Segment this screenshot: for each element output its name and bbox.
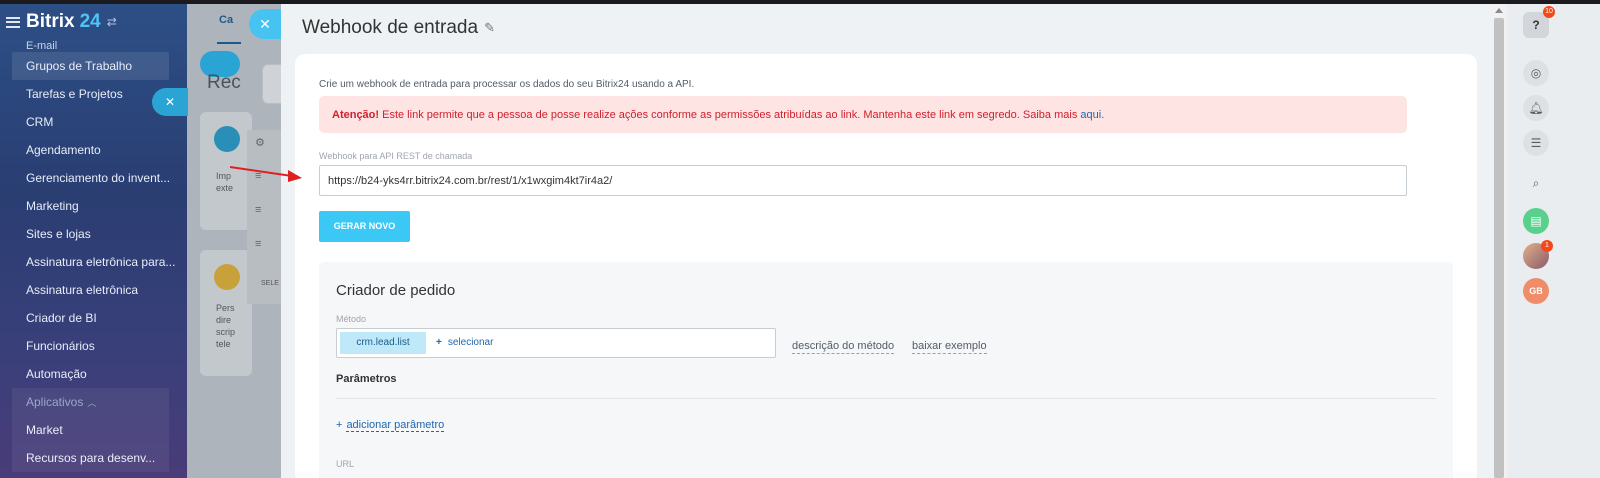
add-parameter-link[interactable]: + adicionar parâmetro (336, 419, 445, 432)
webhook-slider: Webhook de entrada ✎ Crie um webhook de … (281, 4, 1507, 478)
download-example-link[interactable]: baixar exemplo (912, 340, 987, 354)
sidebar-item-esign[interactable]: Assinatura eletrônica (0, 276, 187, 304)
parameters-title: Parâmetros (336, 373, 397, 385)
slider-close-button[interactable]: ✕ (249, 9, 281, 39)
background-heading: Rec (207, 72, 241, 93)
parameters-divider (336, 398, 1436, 399)
background-card2-text-1: Pers (216, 303, 235, 313)
background-tab: Ca (219, 14, 234, 26)
top-strip (0, 0, 1600, 4)
background-close-tab: ✕ (152, 88, 188, 116)
background-tab-underline (217, 42, 241, 44)
chat-icon: ☰ (1530, 136, 1542, 150)
method-description-link[interactable]: descrição do método (792, 340, 895, 354)
bell-icon: 🔔︎ (1528, 101, 1544, 115)
gear-icon: ⚙ (255, 137, 265, 149)
right-toolbar: ? 10 ◎ 🔔︎ ☰ ⌕ ▤ 1 GB (1507, 4, 1600, 478)
background-card2-text-4: tele (216, 339, 231, 349)
alert-strong: Atenção! (332, 109, 380, 121)
copilot-button[interactable]: ◎ (1523, 60, 1549, 86)
sidebar-group-apps-header[interactable]: Aplicativos ︿ (12, 388, 169, 416)
user-avatar[interactable]: GB (1523, 278, 1549, 304)
background-card2-text-3: scrip (216, 327, 236, 337)
close-icon: ✕ (259, 16, 271, 32)
sidebar-item-automation[interactable]: Automação (0, 360, 187, 388)
copilot-icon: ◎ (1530, 66, 1542, 80)
sidebar-item-esign-hr[interactable]: Assinatura eletrônica para... (0, 248, 187, 276)
sidebar-item-bi-builder[interactable]: Criador de BI (0, 304, 187, 332)
sidebar-group-apps: Aplicativos ︿ Market Recursos para desen… (12, 388, 169, 472)
brand-logo-number: 24 (79, 11, 101, 32)
search-icon: ⌕ (1532, 175, 1540, 190)
drag-handle-icon: ≡ (255, 204, 262, 216)
generate-new-button[interactable]: GERAR NOVO (319, 211, 410, 242)
plus-icon: + (436, 337, 442, 348)
add-parameter-label: adicionar parâmetro (346, 419, 445, 432)
warning-alert: Atenção! Este link permite que a pessoa … (319, 96, 1407, 133)
request-builder-title: Criador de pedido (336, 282, 456, 299)
sidebar-item-market[interactable]: Market (12, 416, 169, 444)
background-card-icon (214, 126, 240, 152)
background-card-icon-2 (214, 264, 240, 290)
left-sidebar: Bitrix 24 ⇄ E-mail Grupos de Trabalho Ta… (0, 4, 187, 478)
method-label: Método (336, 314, 367, 324)
logo-row: Bitrix 24 ⇄ (0, 4, 187, 40)
pencil-icon[interactable]: ✎ (484, 20, 495, 36)
help-badge: 10 (1543, 6, 1555, 18)
brand-logo[interactable]: Bitrix (26, 11, 75, 33)
chat-button[interactable]: ☰ (1523, 130, 1549, 156)
notifications-button[interactable]: 🔔︎ (1523, 95, 1549, 121)
webhook-panel: Crie um webhook de entrada para processa… (295, 54, 1477, 478)
question-icon: ? (1532, 18, 1540, 32)
slider-scrollbar[interactable] (1492, 4, 1507, 478)
scroll-thumb[interactable] (1494, 18, 1504, 478)
request-builder: Criador de pedido Método crm.lead.list +… (319, 262, 1453, 478)
sidebar-item-dev-resources[interactable]: Recursos para desenv... (12, 444, 169, 472)
alert-text: Este link permite que a pessoa de posse … (379, 109, 1081, 121)
select-method-link[interactable]: + selecionar (436, 332, 493, 354)
sidebar-item-marketing[interactable]: Marketing (0, 192, 187, 220)
background-select-label: SELE (261, 280, 279, 287)
annotation-arrow-icon (229, 166, 302, 182)
select-method-label: selecionar (447, 337, 494, 348)
slider-header: Webhook de entrada ✎ (281, 4, 1507, 52)
sidebar-item-inventory[interactable]: Gerenciamento do invent... (0, 164, 187, 192)
intro-text: Crie um webhook de entrada para processa… (319, 79, 695, 90)
webhook-url-label: Webhook para API REST de chamada (319, 151, 473, 161)
avatar-badge: 1 (1541, 240, 1553, 252)
group-chat-button[interactable]: ▤ (1523, 208, 1549, 234)
method-selector[interactable]: crm.lead.list + selecionar (336, 328, 776, 358)
sidebar-group-apps-label: Aplicativos (26, 395, 84, 409)
sidebar-item-employees[interactable]: Funcionários (0, 332, 187, 360)
search-button[interactable]: ⌕ (1523, 170, 1549, 196)
url-label: URL (336, 459, 355, 469)
sidebar-item-workgroups[interactable]: Grupos de Trabalho (12, 52, 169, 80)
background-card2-text-2: dire (216, 315, 232, 325)
page-title: Webhook de entrada (302, 17, 479, 38)
webhook-url-field[interactable] (319, 165, 1407, 196)
scroll-up-arrow-icon[interactable] (1495, 8, 1503, 13)
document-icon: ▤ (1530, 214, 1542, 228)
pin-icon[interactable]: ⇄ (107, 15, 117, 29)
chevron-up-icon: ︿ (87, 397, 97, 408)
plus-icon: + (336, 419, 343, 431)
background-card-2: Pers dire scrip tele (200, 250, 252, 376)
hamburger-menu-icon[interactable] (6, 16, 20, 28)
alert-link[interactable]: aqui (1080, 109, 1101, 121)
sidebar-item-booking[interactable]: Agendamento (0, 136, 187, 164)
drag-handle-icon: ≡ (255, 238, 262, 250)
sidebar-item-sites[interactable]: Sites e lojas (0, 220, 187, 248)
alert-end: . (1101, 109, 1105, 121)
method-chip[interactable]: crm.lead.list (340, 332, 426, 354)
sidebar-item-email[interactable]: E-mail (0, 40, 187, 52)
